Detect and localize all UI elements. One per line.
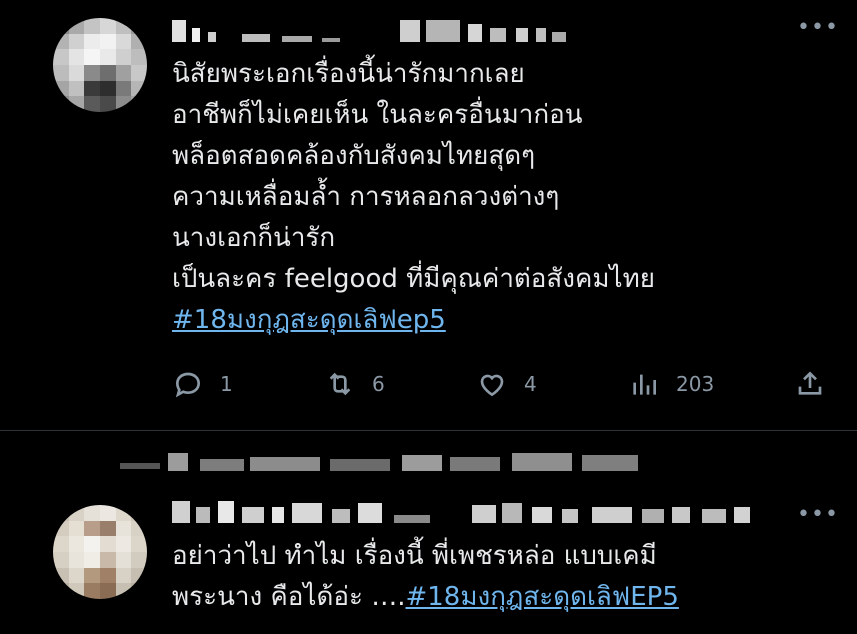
reply-count: 1 [220, 372, 233, 396]
retweet-context-blurred [120, 449, 660, 471]
tweet-line: พล็อตสอดคล้องกับสังคมไทยสุดๆ [172, 141, 536, 171]
more-icon[interactable]: ••• [797, 17, 838, 39]
tweet-2[interactable]: ••• อย่าว่าไป ทำไม เรื่องนี้ พี่เพชรหล่อ… [0, 431, 857, 634]
reply-icon [175, 372, 201, 398]
username-blurred[interactable] [172, 20, 592, 42]
like-button[interactable]: 4 [476, 364, 537, 404]
share-button[interactable] [794, 364, 826, 404]
username-blurred[interactable] [172, 501, 772, 523]
tweet-line: พระนาง คือได้อ่ะ …. [172, 582, 406, 612]
tweet-text: อย่าว่าไป ทำไม เรื่องนี้ พี่เพชรหล่อ แบบ… [172, 536, 679, 618]
hashtag-link[interactable]: #18มงกุฎสะดุดเลิฟep5 [172, 305, 446, 335]
tweet-line: อย่าว่าไป ทำไม เรื่องนี้ พี่เพชรหล่อ แบบ… [172, 541, 657, 571]
tweet-actions: 1 6 4 203 [172, 364, 832, 404]
reply-button[interactable]: 1 [172, 364, 233, 404]
retweet-count: 6 [372, 372, 385, 396]
retweet-icon [329, 372, 351, 396]
more-icon[interactable]: ••• [797, 504, 838, 526]
hashtag-link[interactable]: #18มงกุฎสะดุดเลิฟEP5 [405, 582, 678, 612]
tweet-line: เป็นละคร feelgood ที่มีคุณค่าต่อสังคมไทย [172, 264, 655, 294]
view-count: 203 [676, 372, 715, 396]
tweet-1[interactable]: ••• นิสัยพระเอกเรื่องนี้น่ารักมากเลย อาช… [0, 0, 857, 431]
avatar[interactable] [53, 505, 147, 599]
like-count: 4 [524, 372, 537, 396]
views-icon [633, 374, 656, 395]
tweet-text: นิสัยพระเอกเรื่องนี้น่ารักมากเลย อาชีพก็… [172, 54, 655, 341]
share-icon [798, 371, 822, 395]
heart-icon [480, 374, 504, 397]
retweet-button[interactable]: 6 [324, 364, 385, 404]
tweet-line: ความเหลื่อมล้ำ การหลอกลวงต่างๆ [172, 182, 560, 212]
tweet-line: อาชีพก็ไม่เคยเห็น ในละครอื่นมาก่อน [172, 100, 583, 130]
tweet-line: นิสัยพระเอกเรื่องนี้น่ารักมากเลย [172, 59, 525, 89]
views-button[interactable]: 203 [628, 364, 714, 404]
tweet-line: นางเอกก็น่ารัก [172, 223, 336, 253]
avatar[interactable] [53, 18, 147, 112]
